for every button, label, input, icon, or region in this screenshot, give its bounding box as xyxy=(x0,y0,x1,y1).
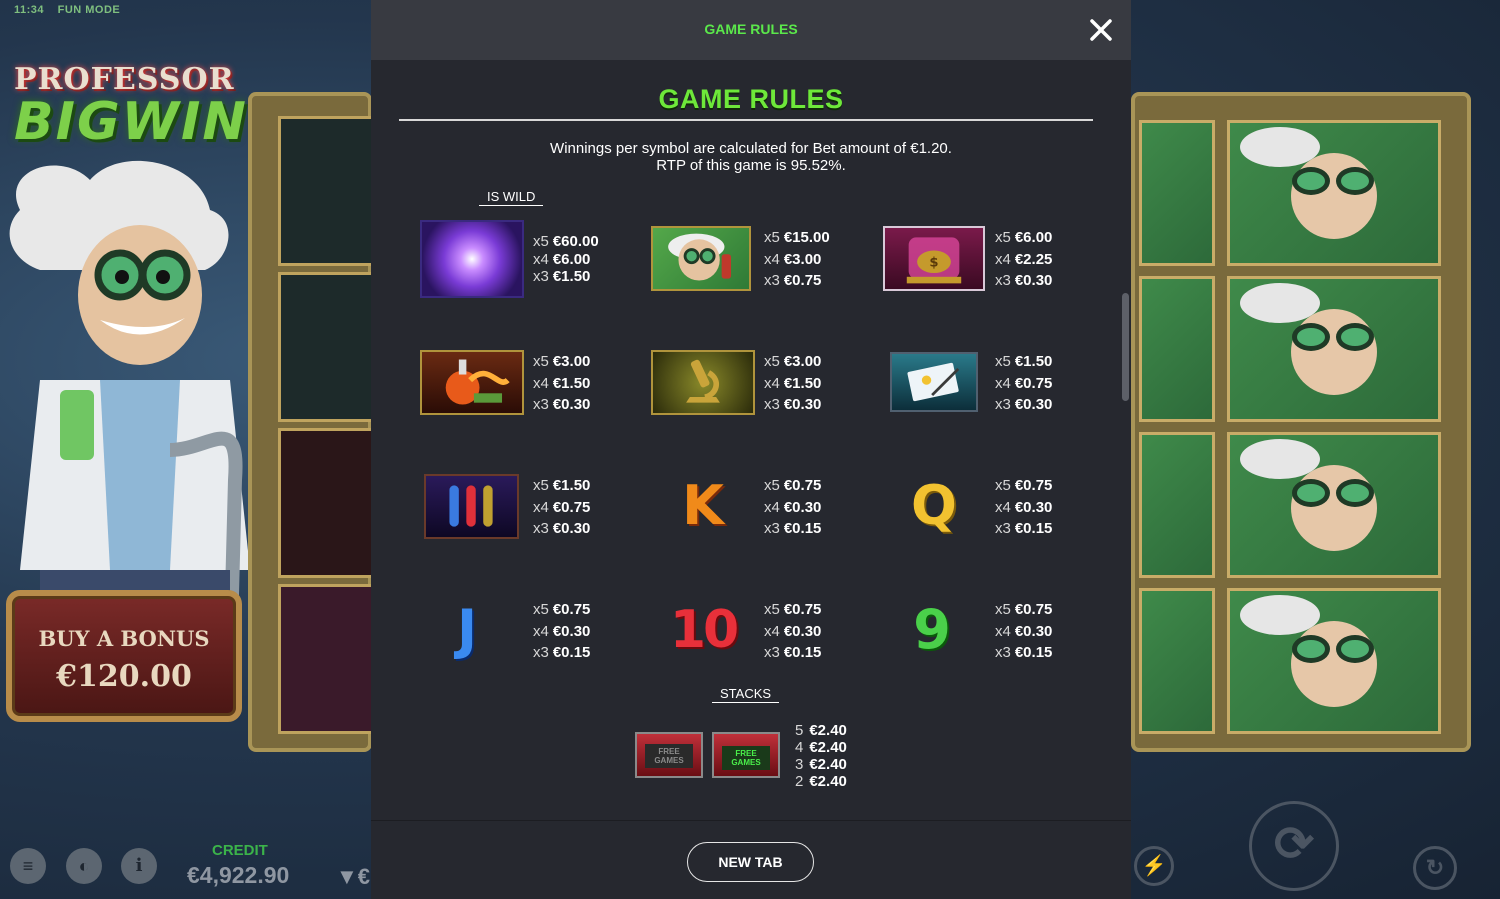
stacks-tag: STACKS xyxy=(712,686,780,703)
intro-bet-line: Winnings per symbol are calculated for B… xyxy=(550,140,952,157)
reel-cell xyxy=(278,272,378,422)
reel-tile-professor xyxy=(1227,120,1441,266)
buy-bonus-button[interactable]: BUY A BONUS €120.00 xyxy=(6,590,242,722)
j-symbol: J xyxy=(456,598,478,661)
game-rules-modal: GAME RULES GAME RULES Winnings per symbo… xyxy=(371,0,1131,899)
free-games-symbol-1: FREE GAMES xyxy=(635,732,703,778)
new-tab-button[interactable]: NEW TAB xyxy=(687,842,814,882)
reel-tile-professor xyxy=(1227,588,1441,734)
wild-tag-text: IS WILD xyxy=(479,189,544,206)
menu-icon[interactable]: ≡ xyxy=(10,848,46,884)
left-reel-frame xyxy=(248,92,378,752)
svg-text:$: $ xyxy=(929,255,938,270)
paytable-q: x5 €0.75 x4 €0.30 x3 €0.15 xyxy=(995,477,1053,537)
bet-currency: € xyxy=(357,864,371,889)
intro-rtp-line: RTP of this game is 95.52%. xyxy=(656,157,846,174)
paytable-nine: x5 €0.75 x4 €0.30 x3 €0.15 xyxy=(995,601,1053,661)
reel-tile-professor xyxy=(1139,432,1215,578)
nine-symbol: 9 xyxy=(913,598,951,661)
professor-symbol xyxy=(651,226,751,291)
plasma-ball-symbol xyxy=(420,220,524,298)
paytable-ten: x5 €0.75 x4 €0.30 x3 €0.15 xyxy=(764,601,822,661)
money-jar-symbol: $ xyxy=(883,226,985,291)
stacks-tag-text: STACKS xyxy=(712,686,780,703)
paytable-j: x5 €0.75 x4 €0.30 x3 €0.15 xyxy=(533,601,591,661)
game-screen: 11:34 FUN MODE PROFESSOR BIGWIN BUY A BO… xyxy=(0,0,1500,899)
reel-tile-professor xyxy=(1139,120,1215,266)
clock: 11:34 xyxy=(14,4,45,16)
reel-cell xyxy=(278,584,378,734)
close-button[interactable] xyxy=(1085,14,1117,46)
free-games-text-2: FREE GAMES xyxy=(722,746,770,770)
reel-tile-professor xyxy=(1227,432,1441,578)
paytable-flask: x5 €3.00 x4 €1.50 x3 €0.30 xyxy=(533,353,591,413)
bottom-control-bar: ≡ ◐ i CREDIT €4,922.90 ▼€ xyxy=(0,828,372,899)
heading-divider xyxy=(399,119,1093,121)
autoplay-icon[interactable]: ↻ xyxy=(1413,846,1457,890)
credit-label: CREDIT xyxy=(212,842,268,859)
free-games-text-1: FREE GAMES xyxy=(645,744,693,768)
rules-heading: GAME RULES xyxy=(658,84,844,114)
microscope-symbol xyxy=(651,350,755,415)
wild-tag: IS WILD xyxy=(479,189,544,206)
scrollbar-thumb[interactable] xyxy=(1122,293,1129,401)
status-bar: 11:34 FUN MODE xyxy=(14,4,130,16)
info-icon[interactable]: i xyxy=(121,848,157,884)
paytable-k: x5 €0.75 x4 €0.30 x3 €0.15 xyxy=(764,477,822,537)
paytable-test-tubes: x5 €1.50 x4 €0.75 x3 €0.30 xyxy=(533,477,591,537)
paytable-plasma-ball: x5 €60.00 x4 €6.00 x3 €1.50 xyxy=(533,233,599,285)
paytable-money-jar: x5 €6.00 x4 €2.25 x3 €0.30 xyxy=(995,229,1053,289)
close-icon xyxy=(1090,19,1112,41)
sound-icon[interactable]: ◐ xyxy=(66,848,102,884)
paytable-professor: x5 €15.00 x4 €3.00 x3 €0.75 xyxy=(764,229,830,289)
game-logo: PROFESSOR BIGWIN xyxy=(14,62,248,152)
turbo-icon[interactable]: ⚡ xyxy=(1134,846,1174,886)
bet-down-icon: ▼ xyxy=(336,864,358,889)
buy-bonus-label: BUY A BONUS xyxy=(38,626,210,651)
paytable-microscope: x5 €3.00 x4 €1.50 x3 €0.30 xyxy=(764,353,822,413)
right-reel-frame xyxy=(1131,92,1471,752)
reel-tile-professor xyxy=(1139,588,1215,734)
free-games-symbol-2: FREE GAMES xyxy=(712,732,780,778)
rules-intro: Winnings per symbol are calculated for B… xyxy=(371,140,1131,174)
reel-tile-professor xyxy=(1139,276,1215,422)
reel-cell xyxy=(278,428,378,578)
paytable-stacks: 5 €2.40 4 €2.40 3 €2.40 2 €2.40 xyxy=(795,722,847,790)
reel-cell xyxy=(278,116,378,266)
reel-tile-professor xyxy=(1227,276,1441,422)
test-tubes-symbol xyxy=(424,474,519,539)
flask-symbol xyxy=(420,350,524,415)
modal-footer: NEW TAB xyxy=(371,820,1131,899)
paytable-notepad: x5 €1.50 x4 €0.75 x3 €0.30 xyxy=(995,353,1053,413)
spin-button[interactable]: ⟳ xyxy=(1249,801,1339,891)
logo-line-2: BIGWIN xyxy=(14,92,248,152)
bet-selector[interactable]: ▼€ xyxy=(336,864,370,890)
k-symbol: K xyxy=(682,474,724,537)
modal-header: GAME RULES xyxy=(371,0,1131,60)
credit-value: €4,922.90 xyxy=(187,862,290,888)
notepad-symbol xyxy=(890,352,978,412)
ten-symbol: 10 xyxy=(669,600,739,660)
q-symbol: Q xyxy=(911,474,957,537)
buy-bonus-price: €120.00 xyxy=(56,659,192,694)
mode-label: FUN MODE xyxy=(57,4,121,16)
modal-title: GAME RULES xyxy=(704,21,798,37)
